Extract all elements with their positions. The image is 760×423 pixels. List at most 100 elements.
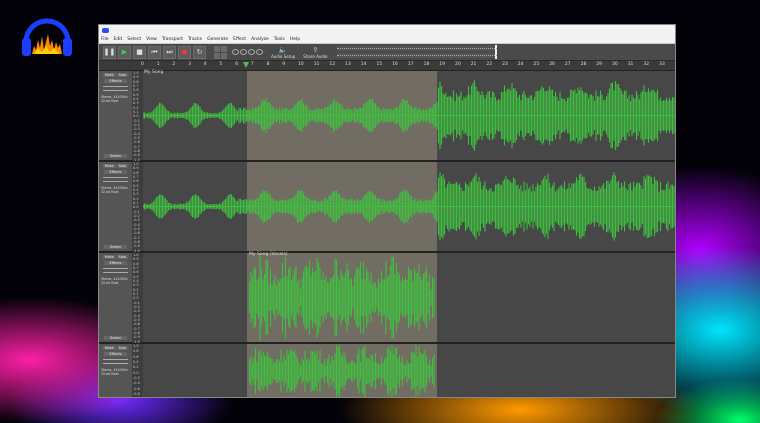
amplitude-scale: 1.0 0.9 0.8 0.7 0.6 0.5 0.4 0.3 0.2 0.1 0.0 -0.1 -0.… (132, 162, 143, 253)
track-control-panel: Mute Solo Effects Stereo, 44100Hz 32-bit… (99, 253, 133, 342)
waveform-area[interactable] (143, 162, 675, 251)
track-format-info: Stereo, 44100Hz 32-bit float (101, 186, 128, 194)
envelope-tool-icon[interactable] (214, 52, 220, 59)
amplitude-scale: 1.0 0.9 0.8 0.7 0.6 0.5 0.4 0.3 0.2 0.1 0.0 -0.1 -0.… (132, 71, 143, 162)
fit-project-icon[interactable] (256, 49, 263, 55)
waveform-area[interactable]: My Song (143, 70, 675, 160)
select-button[interactable]: Select (104, 245, 127, 249)
menu-help[interactable]: Help (290, 37, 300, 42)
audio-setup-button[interactable]: 🔈 Audio Setup (271, 46, 295, 59)
loop-button[interactable]: ↻ (193, 45, 206, 59)
recording-meter[interactable] (337, 45, 498, 52)
mute-button[interactable]: Mute (102, 73, 116, 77)
pan-slider[interactable] (103, 363, 128, 364)
audio-track[interactable]: Mute Solo Effects Stereo, 44100Hz 32-bit… (99, 70, 675, 162)
ruler-tick-label: 5 (219, 62, 223, 67)
share-audio-button[interactable]: ⇪ Share Audio (303, 46, 327, 59)
menu-tools[interactable]: Tools (274, 37, 285, 42)
menu-tracks[interactable]: Tracks (188, 37, 202, 42)
track-format-info: Stereo, 44100Hz 32-bit float (101, 368, 128, 376)
selection-tool-icon[interactable] (214, 45, 220, 52)
clip-name[interactable]: My Song (144, 70, 163, 75)
audio-track[interactable]: Mute Solo Effects Stereo, 44100Hz 32-bit… (99, 344, 675, 397)
ruler-tick-label: 34 (675, 62, 676, 67)
ruler-tick-label: 28 (580, 62, 587, 67)
pan-slider[interactable] (103, 272, 128, 273)
ruler-tick-label: 26 (549, 62, 555, 67)
ruler-tick-label: 3 (188, 62, 191, 67)
track-control-panel: Mute Solo Effects Stereo, 44100Hz 32-bit… (99, 162, 133, 251)
track-control-panel: Mute Solo Effects Stereo, 44100Hz 32-bit… (99, 344, 133, 397)
ruler-tick-label: 8 (266, 62, 270, 67)
select-button[interactable]: Select (104, 336, 127, 340)
solo-button[interactable]: Solo (116, 164, 129, 168)
effects-button[interactable]: Effects (104, 352, 127, 356)
ruler-tick-label: 29 (596, 62, 603, 67)
waveform-area[interactable]: My Song (Vocals) (143, 252, 675, 342)
gain-slider[interactable] (103, 177, 128, 178)
ruler-tick-label: 4 (203, 62, 207, 67)
mute-button[interactable]: Mute (102, 255, 116, 259)
effects-button[interactable]: Effects (104, 170, 127, 174)
ruler-tick-label: 22 (486, 62, 493, 67)
ruler-tick-label: 16 (392, 62, 398, 67)
fit-selection-icon[interactable] (248, 49, 255, 55)
menu-edit[interactable]: Edit (114, 37, 123, 42)
skip-to-start-button[interactable]: ⏮ (148, 45, 161, 59)
zoom-toolbar (232, 49, 263, 55)
menu-transport[interactable]: Transport (162, 37, 183, 42)
mute-button[interactable]: Mute (102, 164, 116, 168)
zoom-out-icon[interactable] (240, 49, 247, 55)
draw-tool-icon[interactable] (221, 52, 227, 59)
menu-select[interactable]: Select (127, 37, 141, 42)
pause-button[interactable]: ❚❚ (103, 45, 116, 59)
waveform-area[interactable] (143, 344, 675, 397)
audio-track[interactable]: Mute Solo Effects Stereo, 44100Hz 32-bit… (99, 252, 675, 344)
ruler-tick-label: 20 (455, 62, 461, 67)
zoom-in-icon[interactable] (232, 49, 239, 55)
playback-volume-knob[interactable] (495, 52, 498, 59)
share-audio-label: Share Audio (303, 53, 328, 59)
select-button[interactable]: Select (104, 154, 127, 158)
skip-to-end-button[interactable]: ⏭ (163, 45, 176, 59)
waveform-graphic (143, 71, 675, 160)
clip-name[interactable]: My Song (Vocals) (249, 252, 288, 257)
scale-label: 0.8 (133, 349, 139, 354)
recording-volume-knob[interactable] (495, 45, 498, 52)
play-button[interactable]: ▶ (118, 45, 131, 59)
solo-button[interactable]: Solo (116, 346, 129, 350)
ruler-tick-label: 13 (345, 62, 351, 67)
tools-palette (214, 45, 227, 59)
ruler-tick-label: 18 (423, 62, 430, 67)
scale-label: 0.2 (133, 365, 139, 370)
effects-button[interactable]: Effects (104, 261, 127, 265)
mute-button[interactable]: Mute (102, 346, 116, 350)
playback-meter[interactable] (337, 52, 498, 59)
ruler-tick-label: 23 (502, 62, 508, 67)
ruler-tick-label: 0 (141, 62, 144, 67)
pan-slider[interactable] (103, 181, 128, 182)
gain-slider[interactable] (103, 359, 128, 360)
solo-button[interactable]: Solo (116, 73, 129, 77)
menu-file[interactable]: File (101, 37, 109, 42)
scale-label: -0.2 (133, 376, 140, 380)
solo-button[interactable]: Solo (116, 255, 129, 259)
gain-slider[interactable] (103, 268, 128, 269)
menu-analyze[interactable]: Analyze (251, 37, 269, 42)
record-button[interactable]: ● (178, 45, 191, 59)
stop-button[interactable]: ■ (133, 45, 146, 59)
gain-slider[interactable] (103, 86, 128, 87)
multi-tool-icon[interactable] (221, 45, 227, 52)
menu-effect[interactable]: Effect (233, 37, 246, 42)
audio-track[interactable]: Mute Solo Effects Stereo, 44100Hz 32-bit… (99, 162, 675, 253)
ruler-tick-label: 17 (407, 62, 414, 67)
menu-view[interactable]: View (146, 37, 157, 42)
track-control-panel: Mute Solo Effects Stereo, 44100Hz 32-bit… (99, 71, 133, 160)
ruler-tick-label: 10 (298, 62, 304, 67)
effects-button[interactable]: Effects (104, 79, 127, 83)
timeline-ruler[interactable]: 0 1 2 3 4 5 6 7 8 9 10 11 12 13 14 15 16 17 18 19 20 21 22 23 24… (99, 61, 675, 71)
playhead-marker[interactable] (243, 62, 249, 68)
ruler-tick-label: 21 (470, 62, 477, 67)
menu-generate[interactable]: Generate (207, 37, 228, 42)
pan-slider[interactable] (103, 90, 128, 91)
